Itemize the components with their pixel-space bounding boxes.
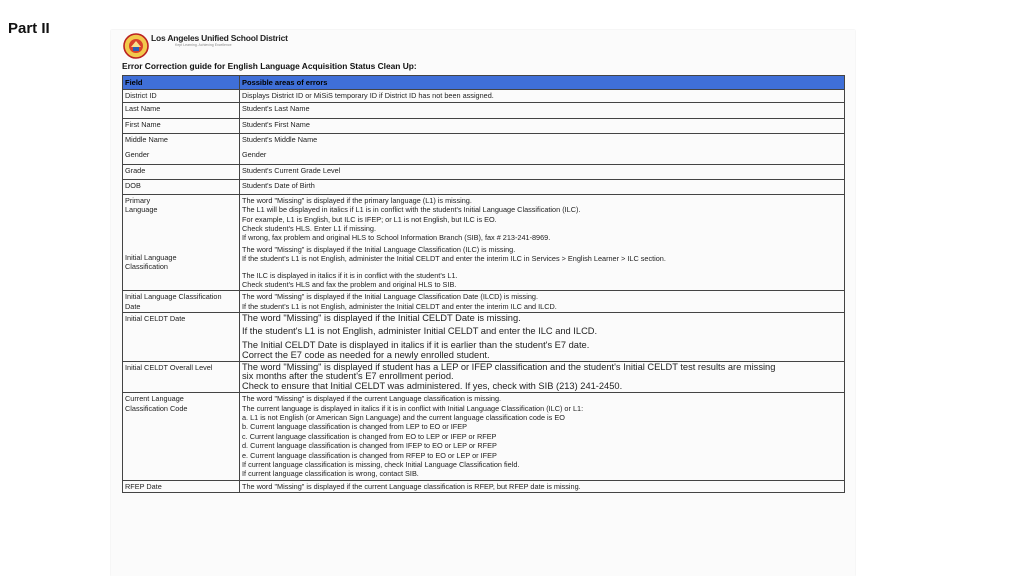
error-line: The word "Missing" is displayed if the I…	[242, 292, 538, 302]
error-cell: Student's Date of Birth	[239, 178, 845, 195]
slide-title: Part II	[8, 20, 50, 37]
error-line: If current language classification is mi…	[242, 459, 520, 469]
error-line: Check student's HLS. Enter L1 if missing…	[242, 224, 377, 234]
error-line: The word "Missing" is displayed if the c…	[242, 394, 502, 404]
error-line: The word "Missing" is displayed if the I…	[242, 313, 521, 324]
field-cell: Primary Language Initial Language Classi…	[122, 193, 240, 292]
error-line: Gender	[242, 149, 267, 159]
field-cell: RFEP Date	[122, 479, 240, 494]
table-row: Current Language Classification Code The…	[122, 392, 845, 481]
error-cell: The word "Missing" is displayed if the c…	[239, 479, 845, 494]
table-row: Grade Student's Current Grade Level	[122, 163, 845, 180]
error-line: If the student's L1 is not English, admi…	[242, 254, 666, 264]
error-cell: The word "Missing" is displayed if the p…	[239, 193, 845, 292]
field-label: Gender	[125, 149, 150, 159]
table-row: First Name Student's First Name	[122, 117, 845, 134]
table-row: Primary Language Initial Language Classi…	[122, 193, 845, 292]
district-seal-icon	[123, 33, 149, 59]
field-label: Primary Language	[125, 195, 158, 215]
table-row: Initial CELDT Overall Level The word "Mi…	[122, 360, 845, 394]
error-line: Check student's HLS and fax the problem …	[242, 280, 457, 290]
error-line: The current language is displayed in ita…	[242, 403, 584, 413]
table-row: RFEP Date The word "Missing" is displaye…	[122, 479, 845, 494]
error-line: d. Current language classification is ch…	[242, 441, 497, 451]
table-row: Initial CELDT Date The word "Missing" is…	[122, 312, 845, 362]
error-line: If the student's L1 is not English, admi…	[242, 325, 598, 336]
error-line: If current language classification is wr…	[242, 469, 419, 479]
field-label: Current Language Classification Code	[125, 394, 188, 413]
error-correction-table: Field Possible areas of errors District …	[122, 74, 845, 494]
field-label: Middle Name	[125, 134, 168, 144]
error-line: a. L1 is not English (or American Sign L…	[242, 412, 565, 422]
error-line: The L1 will be displayed in italics if L…	[242, 205, 581, 215]
error-line: The word "Missing" is displayed if the I…	[242, 244, 516, 254]
field-cell: First Name	[122, 117, 240, 134]
district-name: Los Angeles Unified School District	[151, 33, 288, 43]
error-line: c. Current language classification is ch…	[242, 431, 497, 441]
table-row: Initial Language Classification Date The…	[122, 290, 845, 314]
field-cell: Grade	[122, 163, 240, 180]
error-line: Check to ensure that Initial CELDT was a…	[242, 380, 623, 391]
error-cell: Student's First Name	[239, 117, 845, 134]
column-header-errors: Possible areas of errors	[239, 74, 845, 91]
error-line: If the student's L1 is not English, admi…	[242, 301, 557, 311]
guide-title: Error Correction guide for English Langu…	[122, 61, 417, 71]
error-line: e. Current language classification is ch…	[242, 450, 497, 460]
error-cell: The word "Missing" is displayed if the I…	[239, 312, 845, 362]
district-tagline: Kept Learning. Achieving Excellence	[175, 43, 232, 47]
error-cell: Student's Last Name	[239, 101, 845, 119]
error-cell: The word "Missing" is displayed if the I…	[239, 290, 845, 314]
column-header-field: Field	[122, 74, 240, 91]
error-line: Student's Middle Name	[242, 134, 318, 144]
field-cell: Initial CELDT Date	[122, 312, 240, 362]
error-cell: The word "Missing" is displayed if the c…	[239, 392, 845, 481]
error-line: The word "Missing" is displayed if the p…	[242, 195, 472, 205]
table-row: Middle Name Gender Student's Middle Name…	[122, 132, 845, 165]
table-header-row: Field Possible areas of errors	[122, 74, 845, 91]
error-line: Correct the E7 code as needed for a newl…	[242, 349, 490, 360]
error-cell: Displays District ID or MiSiS temporary …	[239, 89, 845, 103]
table-row: DOB Student's Date of Birth	[122, 178, 845, 195]
error-line: b. Current language classification is ch…	[242, 422, 467, 432]
error-line: The ILC is displayed in italics if it is…	[242, 270, 458, 280]
field-label: Initial Language Classification	[125, 252, 177, 272]
field-cell: Initial CELDT Overall Level	[122, 360, 240, 394]
error-cell: Student's Current Grade Level	[239, 163, 845, 180]
error-cell: Student's Middle Name Gender	[239, 132, 845, 165]
field-cell: Initial Language Classification Date	[122, 290, 240, 314]
table-row: District ID Displays District ID or MiSi…	[122, 89, 845, 103]
error-line: If wrong, fax problem and original HLS t…	[242, 233, 551, 243]
field-cell: Last Name	[122, 101, 240, 119]
error-line: For example, L1 is English, but ILC is I…	[242, 214, 497, 224]
table-row: Last Name Student's Last Name	[122, 101, 845, 119]
field-cell: Middle Name Gender	[122, 132, 240, 165]
field-cell: Current Language Classification Code	[122, 392, 240, 481]
field-cell: DOB	[122, 178, 240, 195]
document-image: Los Angeles Unified School District Kept…	[111, 30, 855, 576]
field-cell: District ID	[122, 89, 240, 103]
error-cell: The word "Missing" is displayed if stude…	[239, 360, 845, 394]
